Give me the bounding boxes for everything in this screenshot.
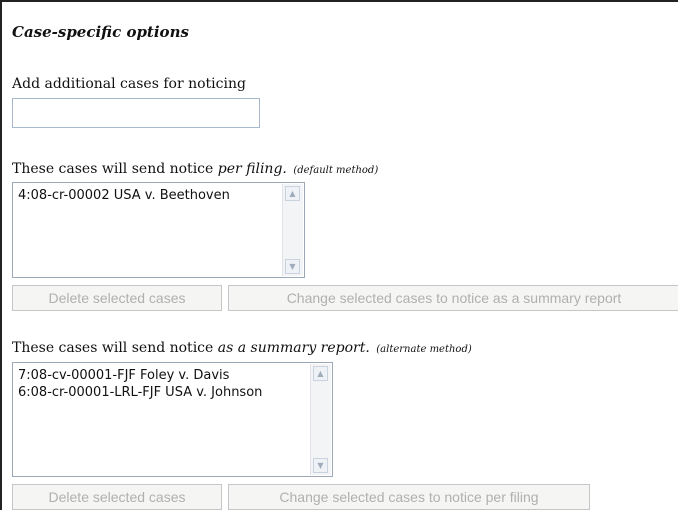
per-filing-case-list[interactable]: 4:08-cr-00002 USA v. Beethoven ▲ ▼: [12, 182, 305, 278]
per-filing-scrollbar[interactable]: ▲ ▼: [282, 184, 303, 276]
up-triangle-icon[interactable]: ▲: [285, 186, 300, 201]
summary-report-label: These cases will send notice as a summar…: [12, 340, 472, 356]
summary-report-method-note: (alternate method): [376, 344, 472, 355]
summary-report-label-emphasis: as a summary report.: [217, 340, 370, 356]
up-triangle-icon[interactable]: ▲: [313, 366, 328, 381]
per-filing-method-note: (default method): [293, 165, 379, 176]
section-title: Case-specific options: [12, 23, 189, 41]
options-panel: Case-specific options Add additional cas…: [0, 0, 678, 510]
summary-report-delete-button[interactable]: Delete selected cases: [12, 484, 222, 510]
per-filing-label-emphasis: per filing.: [217, 161, 287, 177]
list-item[interactable]: 7:08-cv-00001-FJF Foley v. Davis: [18, 367, 306, 384]
summary-report-case-list[interactable]: 7:08-cv-00001-FJF Foley v. Davis 6:08-cr…: [12, 362, 333, 477]
add-cases-label: Add additional cases for noticing: [12, 76, 246, 92]
summary-report-scrollbar[interactable]: ▲ ▼: [310, 364, 331, 475]
list-item[interactable]: 4:08-cr-00002 USA v. Beethoven: [18, 187, 278, 204]
per-filing-label: These cases will send notice per filing.…: [12, 161, 378, 177]
per-filing-label-prefix: These cases will send notice: [12, 161, 218, 177]
summary-report-change-button[interactable]: Change selected cases to notice per fili…: [228, 484, 590, 510]
down-triangle-icon[interactable]: ▼: [285, 259, 300, 274]
down-triangle-icon[interactable]: ▼: [313, 458, 328, 473]
add-cases-input[interactable]: [12, 98, 260, 128]
per-filing-delete-button[interactable]: Delete selected cases: [12, 285, 222, 311]
summary-report-label-prefix: These cases will send notice: [12, 340, 218, 356]
per-filing-change-button[interactable]: Change selected cases to notice as a sum…: [228, 285, 678, 311]
list-item[interactable]: 6:08-cr-00001-LRL-FJF USA v. Johnson: [18, 384, 306, 401]
